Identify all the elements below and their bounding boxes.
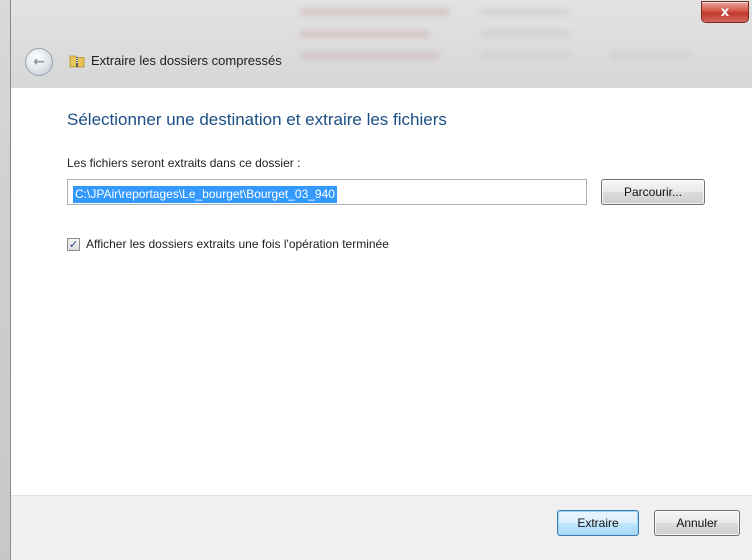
zip-folder-icon xyxy=(69,55,85,68)
dialog-content: Sélectionner une destination et extraire… xyxy=(11,88,752,496)
destination-path-input[interactable]: C:\JPAir\reportages\Le_bourget\Bourget_0… xyxy=(67,179,587,205)
extract-button[interactable]: Extraire xyxy=(557,510,639,536)
page-title: Sélectionner une destination et extraire… xyxy=(67,110,447,129)
extract-dialog: x ← Extraire les dossiers compressés Sél… xyxy=(10,0,752,560)
window-title: Extraire les dossiers compressés xyxy=(91,53,282,68)
destination-path-text: C:\JPAir\reportages\Le_bourget\Bourget_0… xyxy=(73,186,337,203)
back-arrow-icon: ← xyxy=(33,54,45,70)
back-button[interactable]: ← xyxy=(25,48,53,76)
destination-label: Les fichiers seront extraits dans ce dos… xyxy=(67,156,301,170)
show-folders-label: Afficher les dossiers extraits une fois … xyxy=(86,237,389,251)
close-button[interactable]: x xyxy=(701,1,749,23)
show-folders-option[interactable]: ✓ Afficher les dossiers extraits une foi… xyxy=(67,237,389,251)
dialog-footer: Extraire Annuler xyxy=(11,495,752,560)
close-icon: x xyxy=(720,4,730,20)
show-folders-checkbox[interactable]: ✓ xyxy=(67,237,80,251)
cancel-button[interactable]: Annuler xyxy=(654,510,740,536)
title-bar: x ← Extraire les dossiers compressés xyxy=(11,0,752,90)
browse-button[interactable]: Parcourir... xyxy=(601,179,705,205)
checkmark-icon: ✓ xyxy=(68,237,79,251)
